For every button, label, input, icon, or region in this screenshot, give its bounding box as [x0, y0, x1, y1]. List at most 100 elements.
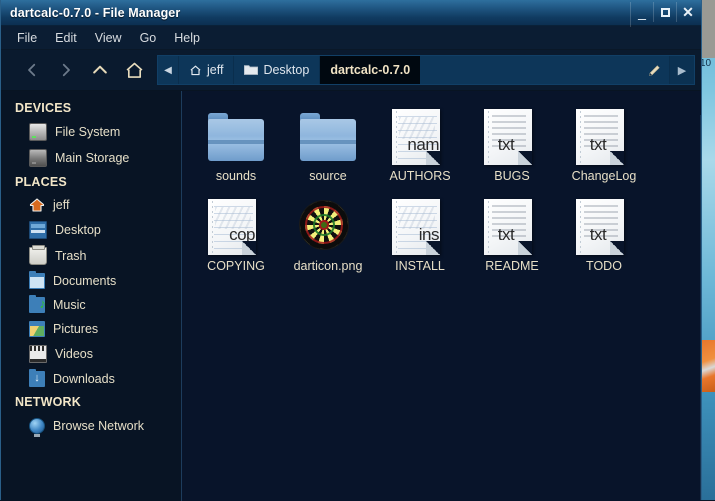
title-bar[interactable]: dartcalc-0.7.0 - File Manager _ ✕: [1, 0, 701, 26]
file-label: INSTALL: [395, 259, 445, 273]
file-label: sounds: [216, 169, 256, 183]
file-item[interactable]: cop COPYING: [190, 193, 282, 273]
file-label: COPYING: [207, 259, 265, 273]
desktop-artifact-cone: [700, 340, 715, 392]
desktop-icon: [29, 221, 47, 239]
folder-icon: [208, 107, 264, 163]
sidebar-item-label: Downloads: [53, 372, 115, 386]
menu-item-edit[interactable]: Edit: [46, 29, 86, 47]
menu-item-go[interactable]: Go: [131, 29, 166, 47]
sidebar-item-label: Pictures: [53, 322, 98, 336]
desktop-partial-text-top: 10: [700, 58, 715, 80]
toolbar: ◀ jeff Desktop dartcalc-0.7.0: [1, 50, 701, 91]
window-body: DEVICES File System Main Storage PLACES …: [1, 91, 701, 501]
videos-folder-icon: [29, 345, 47, 363]
sidebar: DEVICES File System Main Storage PLACES …: [1, 91, 182, 501]
breadcrumb-scroll-left-button[interactable]: ◀: [158, 56, 179, 84]
txt-document-icon: txt: [576, 107, 632, 163]
file-item[interactable]: source: [282, 103, 374, 183]
file-grid: sounds source nam: [182, 103, 701, 273]
breadcrumb-item-jeff[interactable]: jeff: [179, 56, 234, 84]
breadcrumb: ◀ jeff Desktop dartcalc-0.7.0: [157, 55, 695, 85]
menu-item-view[interactable]: View: [86, 29, 131, 47]
up-button[interactable]: [83, 55, 117, 85]
sidebar-item-file-system[interactable]: File System: [1, 119, 181, 145]
downloads-folder-icon: [29, 371, 45, 387]
text-document-icon: ins: [392, 197, 448, 253]
forward-button[interactable]: [49, 55, 83, 85]
file-label: BUGS: [494, 169, 529, 183]
breadcrumb-item-desktop[interactable]: Desktop: [234, 56, 320, 84]
home-button[interactable]: [117, 55, 151, 85]
chevron-left-icon: [23, 61, 41, 79]
sidebar-item-music[interactable]: Music: [1, 293, 181, 317]
trash-icon: [29, 247, 47, 265]
close-icon: ✕: [682, 4, 694, 21]
maximize-icon: [661, 8, 670, 17]
sidebar-item-label: Desktop: [55, 223, 101, 237]
home-icon: [124, 60, 145, 81]
folder-icon: [300, 107, 356, 163]
sidebar-item-downloads[interactable]: Downloads: [1, 367, 181, 391]
text-document-icon: nam: [392, 107, 448, 163]
menu-item-file[interactable]: File: [8, 29, 46, 47]
sidebar-item-trash[interactable]: Trash: [1, 243, 181, 269]
file-item[interactable]: txt TODO: [558, 193, 650, 273]
file-label: AUTHORS: [389, 169, 450, 183]
file-item[interactable]: ins INSTALL: [374, 193, 466, 273]
file-list-area[interactable]: sounds source nam: [182, 91, 701, 501]
file-label: README: [485, 259, 538, 273]
sidebar-item-jeff[interactable]: jeff: [1, 193, 181, 217]
sidebar-item-label: Documents: [53, 274, 116, 288]
vertical-scrollbar[interactable]: [700, 115, 701, 500]
text-document-icon: cop: [208, 197, 264, 253]
chevron-up-icon: [90, 60, 110, 80]
sidebar-item-label: Music: [53, 298, 86, 312]
pictures-folder-icon: [29, 321, 45, 337]
breadcrumb-scroll-right-button[interactable]: ▶: [669, 56, 694, 84]
sidebar-header-devices: DEVICES: [1, 97, 181, 119]
sidebar-item-label: File System: [55, 125, 120, 139]
back-button[interactable]: [15, 55, 49, 85]
sidebar-item-documents[interactable]: Documents: [1, 269, 181, 293]
breadcrumb-label: dartcalc-0.7.0: [330, 63, 410, 77]
file-item[interactable]: txt BUGS: [466, 103, 558, 183]
sidebar-header-network: NETWORK: [1, 391, 181, 413]
file-item[interactable]: txt README: [466, 193, 558, 273]
home-icon: [29, 197, 45, 213]
sidebar-item-desktop[interactable]: Desktop: [1, 217, 181, 243]
drive-icon: [29, 123, 47, 141]
sidebar-item-videos[interactable]: Videos: [1, 341, 181, 367]
file-item[interactable]: sounds: [190, 103, 282, 183]
sidebar-item-main-storage[interactable]: Main Storage: [1, 145, 181, 171]
maximize-button[interactable]: [653, 2, 676, 22]
sidebar-item-pictures[interactable]: Pictures: [1, 317, 181, 341]
file-manager-window: dartcalc-0.7.0 - File Manager _ ✕ File E…: [0, 0, 702, 500]
txt-document-icon: txt: [484, 107, 540, 163]
file-item[interactable]: darticon.png: [282, 193, 374, 273]
sidebar-item-browse-network[interactable]: Browse Network: [1, 413, 181, 438]
breadcrumb-label: Desktop: [263, 63, 309, 77]
breadcrumb-item-dartcalc[interactable]: dartcalc-0.7.0: [320, 56, 420, 84]
sidebar-item-label: Main Storage: [55, 151, 129, 165]
menu-item-help[interactable]: Help: [165, 29, 209, 47]
minimize-icon: _: [638, 4, 646, 20]
pencil-icon: [647, 63, 662, 78]
window-title: dartcalc-0.7.0 - File Manager: [10, 6, 180, 20]
file-label: source: [309, 169, 347, 183]
sidebar-item-label: Trash: [55, 249, 87, 263]
txt-document-icon: txt: [484, 197, 540, 253]
close-button[interactable]: ✕: [676, 2, 699, 22]
home-icon: [189, 64, 202, 77]
sidebar-item-label: Browse Network: [53, 419, 144, 433]
edit-path-button[interactable]: [639, 56, 669, 84]
window-controls: _ ✕: [630, 2, 699, 27]
sidebar-header-places: PLACES: [1, 171, 181, 193]
music-folder-icon: [29, 297, 45, 313]
dartboard-image-icon: [300, 197, 356, 253]
documents-folder-icon: [29, 273, 45, 289]
file-item[interactable]: nam AUTHORS: [374, 103, 466, 183]
file-item[interactable]: txt ChangeLog: [558, 103, 650, 183]
file-label: ChangeLog: [572, 169, 637, 183]
minimize-button[interactable]: _: [630, 2, 653, 27]
